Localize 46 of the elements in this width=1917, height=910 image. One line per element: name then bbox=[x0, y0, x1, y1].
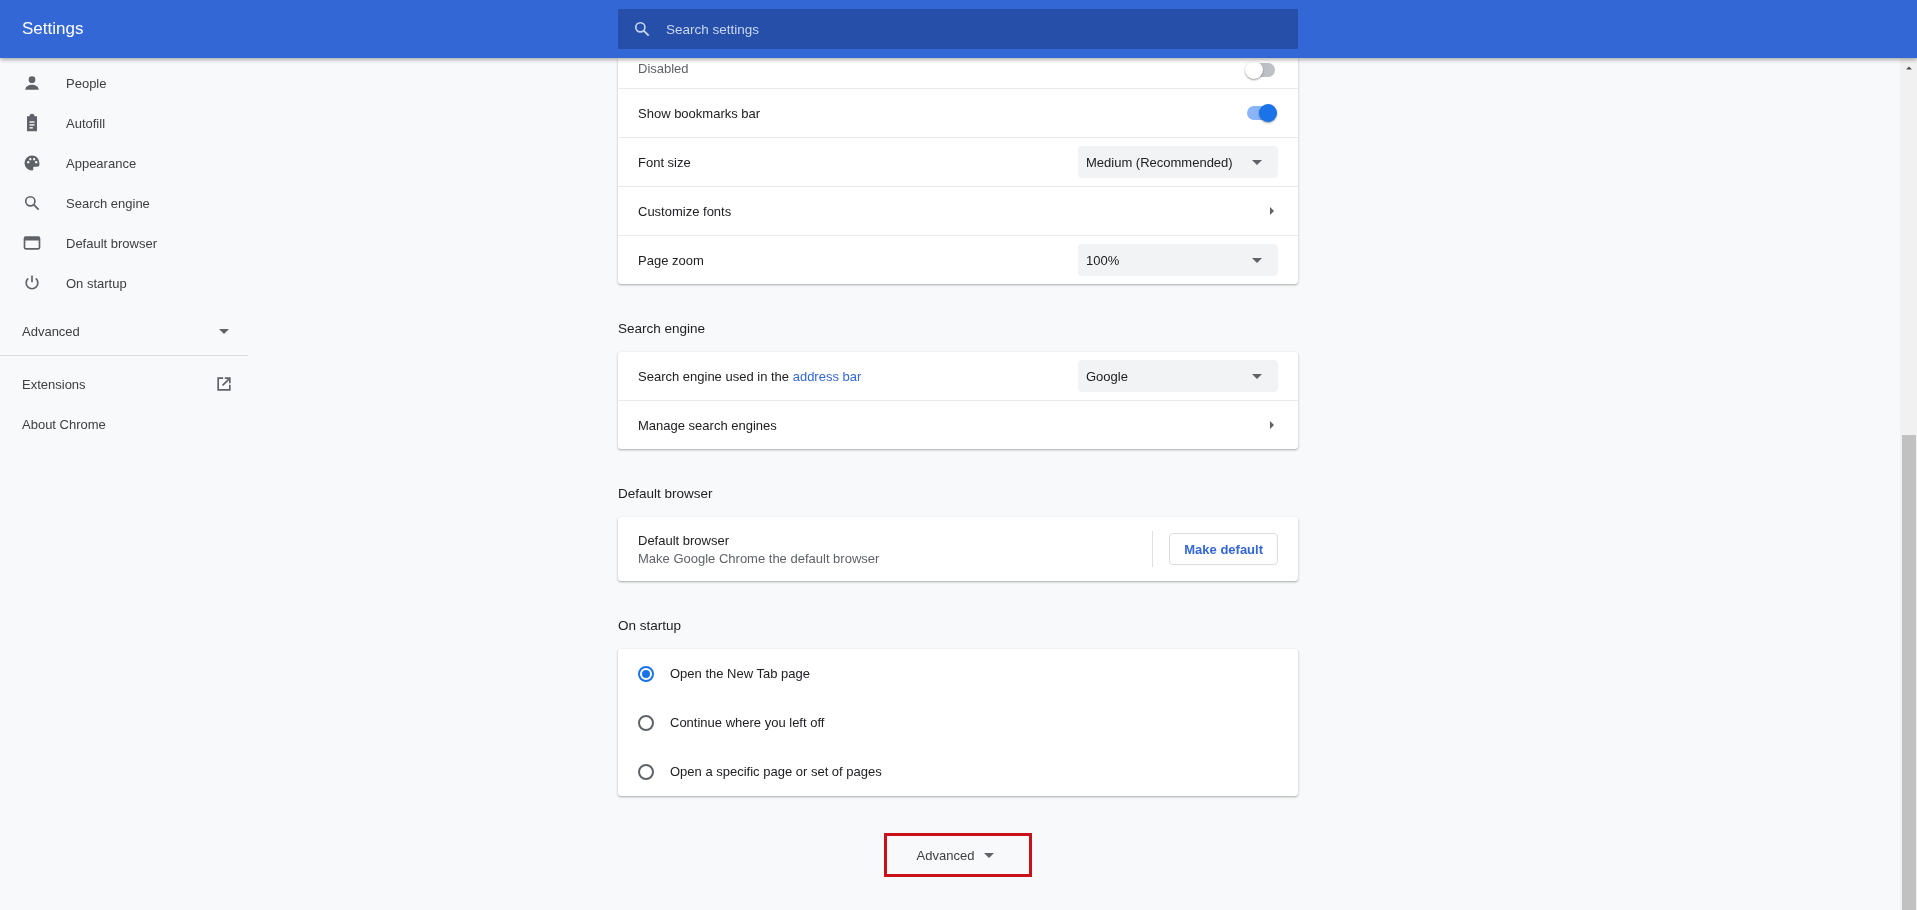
page-title: Settings bbox=[21, 19, 85, 39]
browser-window-icon bbox=[22, 233, 42, 253]
sidebar-item[interactable]: Search engine bbox=[0, 183, 248, 223]
make-default-button[interactable]: Make default bbox=[1169, 533, 1278, 565]
dropdown-arrow-icon bbox=[1252, 159, 1262, 165]
sidebar-item[interactable]: Autofill bbox=[0, 103, 248, 143]
advanced-button[interactable]: Advanced bbox=[884, 833, 1032, 877]
dropdown[interactable]: Medium (Recommended) bbox=[1078, 146, 1278, 178]
setting-description: Disabled bbox=[638, 61, 690, 76]
setting-label: Open the New Tab page bbox=[670, 666, 811, 681]
setting-description: Make Google Chrome the default browser bbox=[638, 550, 881, 566]
dropdown-arrow-icon bbox=[1252, 257, 1262, 263]
section-heading: Default browser bbox=[618, 485, 714, 503]
setting-label: Search engine used in the address bar bbox=[638, 368, 863, 384]
dropdown[interactable]: 100% bbox=[1078, 244, 1278, 276]
setting-label: Page zoom bbox=[638, 252, 705, 268]
setting-label: Open a specific page or set of pages bbox=[670, 764, 883, 779]
dropdown-arrow-icon bbox=[1252, 373, 1262, 379]
sidebar-item[interactable]: People bbox=[0, 63, 248, 103]
chevron-right-icon bbox=[1270, 421, 1274, 429]
radio-button[interactable] bbox=[638, 665, 654, 682]
advanced-menu-item[interactable]: Advanced bbox=[0, 311, 248, 351]
section-heading: On startup bbox=[618, 617, 683, 635]
sidebar-link[interactable]: About Chrome bbox=[0, 404, 248, 444]
setting-label: Show bookmarks bar bbox=[638, 105, 762, 121]
search-icon bbox=[22, 193, 42, 213]
chevron-right-icon bbox=[1270, 207, 1274, 215]
scrollbar-thumb[interactable] bbox=[1901, 435, 1916, 910]
sidebar-item[interactable]: Default browser bbox=[0, 223, 248, 263]
search-icon bbox=[632, 19, 652, 39]
address-bar-link[interactable]: address bar bbox=[792, 368, 862, 384]
setting-label: Customize fonts bbox=[638, 203, 733, 219]
radio-button[interactable] bbox=[638, 714, 654, 731]
dropdown[interactable]: Google bbox=[1078, 360, 1278, 392]
sidebar-link[interactable]: Extensions bbox=[0, 364, 248, 404]
radio-button[interactable] bbox=[638, 763, 654, 780]
setting-label: Font size bbox=[638, 154, 692, 170]
setting-label: Default browser bbox=[638, 532, 731, 548]
person-icon bbox=[22, 73, 42, 93]
sidebar-item[interactable]: Appearance bbox=[0, 143, 248, 183]
setting-label: Continue where you left off bbox=[670, 715, 826, 730]
sidebar-item[interactable]: On startup bbox=[0, 263, 248, 303]
setting-label: Manage search engines bbox=[638, 417, 778, 433]
scrollbar[interactable] bbox=[1900, 58, 1917, 910]
section-heading: Search engine bbox=[618, 320, 707, 338]
palette-icon bbox=[22, 153, 42, 173]
